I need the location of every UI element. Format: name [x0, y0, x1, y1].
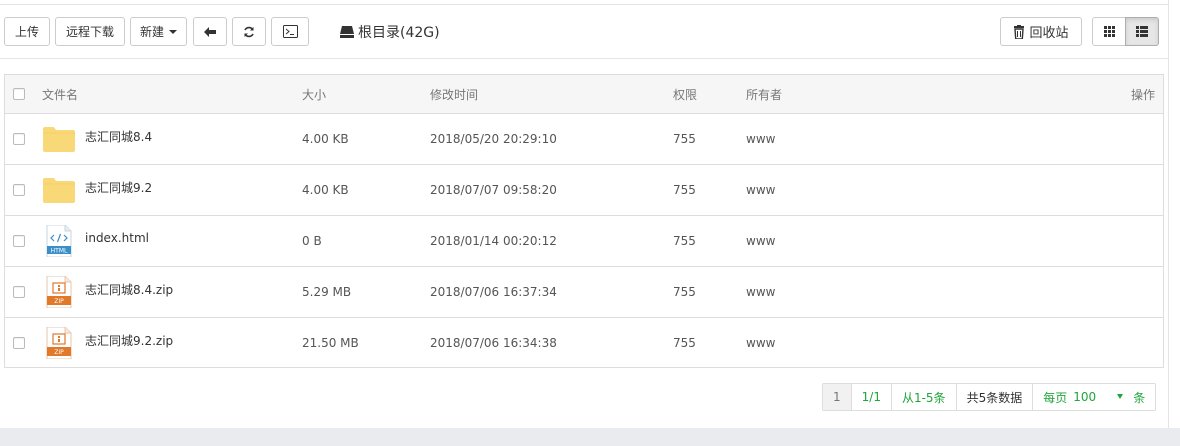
arrow-left-icon [204, 26, 216, 37]
file-owner[interactable]: www [746, 114, 775, 164]
file-toolbar: 上传 远程下载 新建 根目录(42G) 回收站 [0, 5, 1168, 59]
file-owner[interactable]: www [746, 267, 775, 317]
file-size: 5.29 MB [302, 285, 352, 299]
header-mtime[interactable]: 修改时间 [430, 75, 478, 113]
right-edge [1168, 0, 1180, 428]
file-size: 4.00 KB [302, 132, 349, 146]
svg-text:ZIP: ZIP [54, 298, 64, 305]
svg-text:HTML: HTML [51, 248, 68, 255]
file-name-cell[interactable]: ZIP 志汇同城9.2.zip [43, 318, 173, 368]
upload-label: 上传 [14, 25, 39, 39]
upload-button[interactable]: 上传 [4, 17, 50, 46]
list-view-icon [1136, 26, 1148, 37]
per-page-unit: 条 [1133, 390, 1146, 405]
terminal-button[interactable] [271, 17, 309, 46]
row-checkbox[interactable] [13, 286, 25, 298]
header-actions: 操作 [1130, 87, 1155, 102]
table-row[interactable]: ZIP 志汇同城8.4.zip 5.29 MB 2018/07/06 16:37… [5, 266, 1163, 317]
remote-download-button[interactable]: 远程下载 [55, 17, 125, 46]
table-row[interactable]: HTML index.html 0 B 2018/01/14 00:20:12 … [5, 215, 1163, 266]
zip-file-icon: ZIP [46, 276, 72, 308]
caret-down-icon [169, 29, 177, 34]
current-page[interactable]: 1 [823, 384, 851, 410]
file-perm[interactable]: 755 [673, 165, 696, 215]
remote-download-label: 远程下载 [65, 25, 114, 39]
file-owner[interactable]: www [746, 216, 775, 266]
caret-down-icon [1117, 394, 1124, 399]
select-all-checkbox[interactable] [13, 88, 25, 100]
file-size: 4.00 KB [302, 183, 349, 197]
select-all-checkbox-cell [13, 75, 25, 113]
row-checkbox[interactable] [13, 133, 25, 145]
recycle-label: 回收站 [1029, 26, 1069, 41]
file-size: 21.50 MB [302, 336, 359, 350]
file-owner[interactable]: www [746, 318, 775, 368]
back-button[interactable] [193, 17, 227, 46]
current-path[interactable]: 根目录(42G) [340, 17, 440, 46]
file-mtime: 2018/07/06 16:37:34 [430, 285, 557, 299]
file-owner[interactable]: www [746, 165, 775, 215]
folder-icon [43, 178, 75, 203]
file-mtime: 2018/01/14 00:20:12 [430, 234, 557, 248]
row-range: 从1-5条 [890, 384, 956, 410]
table-row[interactable]: 志汇同城8.4 4.00 KB 2018/05/20 20:29:10 755 … [5, 113, 1163, 164]
hard-drive-icon [340, 25, 354, 38]
trash-icon [1014, 24, 1025, 39]
file-mtime: 2018/07/07 09:58:20 [430, 183, 557, 197]
file-mtime: 2018/05/20 20:29:10 [430, 132, 557, 146]
file-name[interactable]: index.html [85, 231, 149, 245]
svg-text:ZIP: ZIP [54, 349, 64, 356]
terminal-icon [282, 25, 298, 38]
file-perm[interactable]: 755 [673, 267, 696, 317]
file-perm[interactable]: 755 [673, 318, 696, 368]
grid-view-icon [1103, 26, 1115, 37]
list-view-button[interactable] [1125, 17, 1159, 46]
file-name[interactable]: 志汇同城9.2 [85, 179, 152, 196]
html-file-icon: HTML [46, 225, 72, 257]
refresh-icon [244, 26, 254, 37]
per-page-label: 每页 [1043, 390, 1068, 405]
file-name-cell[interactable]: HTML index.html [43, 216, 149, 266]
footer-band [0, 428, 1180, 446]
header-name[interactable]: 文件名 [42, 75, 78, 113]
row-checkbox[interactable] [13, 184, 25, 196]
path-text: 根目录(42G) [358, 24, 440, 41]
file-name-cell[interactable]: 志汇同城9.2 [43, 165, 152, 215]
page-of-pages: 1/1 [850, 384, 891, 410]
per-page-control: 每页 100 条 [1032, 384, 1155, 410]
file-size: 0 B [302, 234, 322, 248]
total-count: 共5条数据 [955, 384, 1033, 410]
header-perm[interactable]: 权限 [673, 75, 697, 113]
new-label: 新建 [139, 25, 164, 39]
row-checkbox[interactable] [13, 337, 25, 349]
table-row[interactable]: ZIP 志汇同城9.2.zip 21.50 MB 2018/07/06 16:3… [5, 317, 1163, 368]
refresh-button[interactable] [232, 17, 266, 46]
file-name-cell[interactable]: ZIP 志汇同城8.4.zip [43, 267, 173, 317]
file-name[interactable]: 志汇同城8.4.zip [85, 281, 173, 298]
file-table: 文件名 大小 修改时间 权限 所有者 操作 志汇同城8.4 4.00 KB 20… [4, 74, 1164, 368]
table-header: 文件名 大小 修改时间 权限 所有者 操作 [5, 75, 1163, 113]
file-name[interactable]: 志汇同城8.4 [85, 128, 152, 145]
pagination: 1 1/1 从1-5条 共5条数据 每页 100 条 [822, 383, 1157, 411]
new-button[interactable]: 新建 [130, 17, 187, 46]
header-size[interactable]: 大小 [302, 75, 326, 113]
file-name-cell[interactable]: 志汇同城8.4 [43, 114, 152, 164]
folder-icon [43, 127, 75, 152]
file-name[interactable]: 志汇同城9.2.zip [85, 332, 173, 349]
table-row[interactable]: 志汇同城9.2 4.00 KB 2018/07/07 09:58:20 755 … [5, 164, 1163, 215]
recycle-bin-button[interactable]: 回收站 [1000, 17, 1082, 46]
grid-view-button[interactable] [1092, 17, 1126, 46]
file-perm[interactable]: 755 [673, 114, 696, 164]
header-owner[interactable]: 所有者 [746, 75, 782, 113]
file-mtime: 2018/07/06 16:34:38 [430, 336, 557, 350]
zip-file-icon: ZIP [46, 327, 72, 359]
row-checkbox[interactable] [13, 235, 25, 247]
file-perm[interactable]: 755 [673, 216, 696, 266]
